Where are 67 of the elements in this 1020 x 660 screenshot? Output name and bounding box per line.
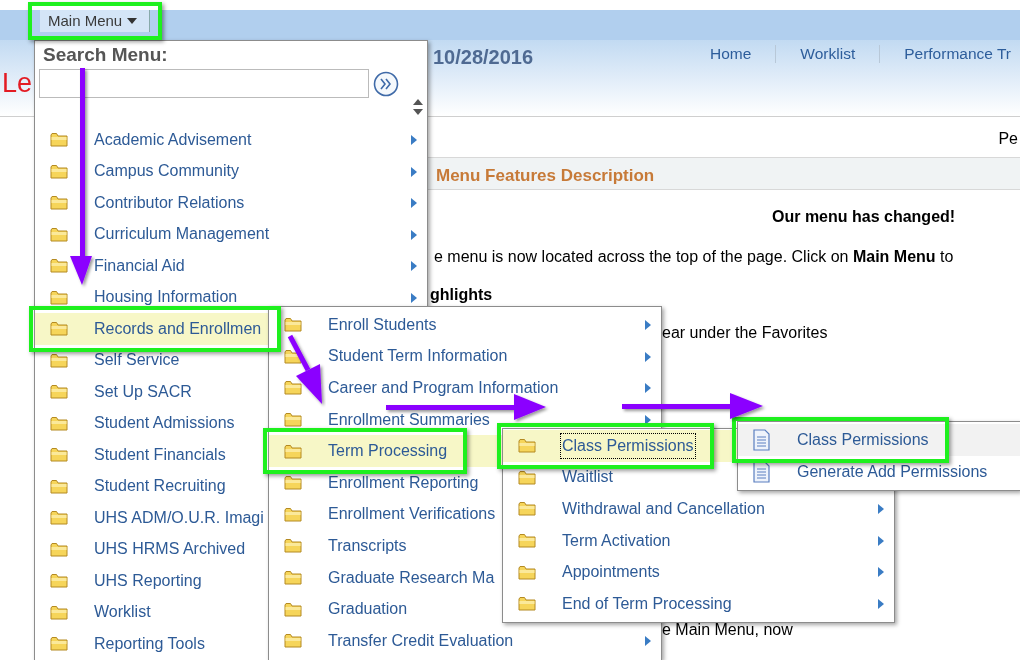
folder-icon: [518, 438, 536, 454]
folder-icon: [284, 443, 302, 459]
paragraph-line: ear under the Favorites: [662, 323, 829, 343]
folder-icon: [518, 564, 536, 580]
folder-icon: [50, 510, 68, 526]
heading: Our menu has changed!: [772, 207, 957, 227]
folder-icon: [518, 596, 536, 612]
menu-item[interactable]: Academic Advisement: [35, 124, 427, 156]
menu-item[interactable]: Withdrawal and Cancellation: [503, 493, 894, 525]
folder-icon: [50, 321, 68, 337]
folder-icon: [518, 533, 536, 549]
logo-text: Le: [2, 70, 33, 97]
folder-icon: [50, 573, 68, 589]
search-label: Search Menu:: [43, 43, 169, 67]
folder-icon: [518, 469, 536, 485]
date-text: 10/28/2016: [433, 45, 534, 70]
folder-icon: [50, 415, 68, 431]
main-menu-button[interactable]: Main Menu: [40, 10, 150, 32]
menu-item[interactable]: Contributor Relations: [35, 187, 427, 219]
search-go-button[interactable]: [373, 70, 399, 97]
folder-icon: [50, 163, 68, 179]
menu-item[interactable]: Appointments: [503, 556, 894, 588]
folder-icon: [50, 541, 68, 557]
nav-link[interactable]: Home: [686, 45, 776, 63]
folder-icon: [284, 317, 302, 333]
section-title: Menu Features Description: [428, 157, 1020, 190]
folder-icon: [50, 636, 68, 652]
nav-link[interactable]: Worklist: [775, 45, 880, 63]
menu-item[interactable]: Financial Aid: [35, 250, 427, 282]
folder-icon: [284, 380, 302, 396]
folder-icon: [284, 506, 302, 522]
menu-item[interactable]: Curriculum Management: [35, 218, 427, 250]
folder-icon: [284, 633, 302, 649]
menu-item[interactable]: End of Term Processing: [503, 587, 894, 620]
search-field[interactable]: [39, 69, 369, 98]
folder-icon: [50, 132, 68, 148]
document-icon: [753, 429, 770, 451]
folder-icon: [50, 289, 68, 305]
folder-icon: [284, 538, 302, 554]
nav-link[interactable]: Performance Tr: [879, 45, 1020, 63]
arrow: [287, 334, 322, 404]
page-text: Pe: [997, 129, 1018, 149]
folder-icon: [284, 475, 302, 491]
folder-icon: [50, 478, 68, 494]
caret-icon: [127, 18, 138, 24]
menu-item[interactable]: Career and Program Information: [269, 372, 661, 404]
menu-item[interactable]: Transfer Credit Evaluation: [269, 624, 661, 657]
folder-icon: [50, 384, 68, 400]
folder-icon: [284, 570, 302, 586]
scroll-icon[interactable]: [412, 99, 424, 115]
folder-icon: [284, 412, 302, 428]
menu-item[interactable]: Class Permissions: [738, 424, 1020, 456]
folder-icon: [50, 352, 68, 368]
folder-icon: [518, 501, 536, 517]
folder-icon: [50, 447, 68, 463]
document-icon: [753, 461, 770, 483]
forward-icon: [373, 70, 399, 97]
folder-icon: [50, 604, 68, 620]
paragraph-line: e Main Menu, now: [662, 621, 794, 639]
folder-icon: [284, 601, 302, 617]
folder-icon: [50, 258, 68, 274]
paragraph: e menu is now located across the top of the page. Click on Main Menu to: [434, 247, 955, 267]
menu-item[interactable]: Term Activation: [503, 524, 894, 557]
subheading: ghlights: [430, 285, 494, 305]
folder-icon: [50, 195, 68, 211]
menu-item[interactable]: Campus Community: [35, 155, 427, 187]
folder-icon: [50, 226, 68, 242]
